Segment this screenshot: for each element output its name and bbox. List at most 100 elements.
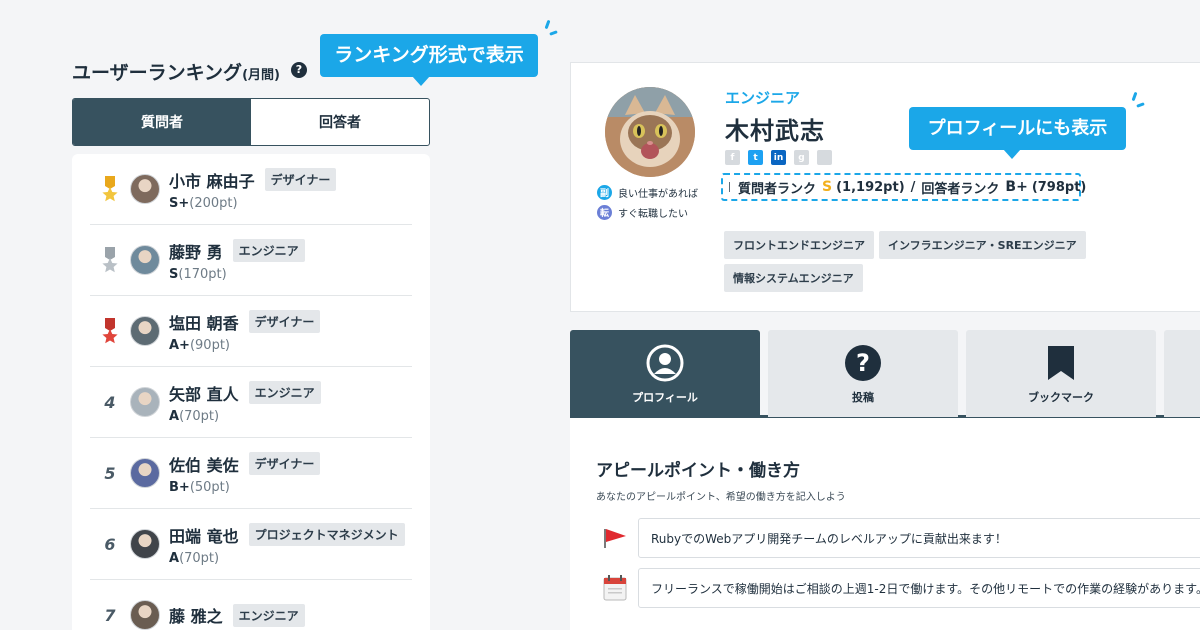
user-rank: B+(50pt)	[169, 480, 320, 495]
user-name[interactable]: 矢部 直人	[169, 381, 239, 405]
user-rank: A(70pt)	[169, 551, 405, 566]
rank-number: 4	[104, 392, 116, 412]
user-name[interactable]: 田端 竜也	[169, 523, 239, 547]
user-grade: S+	[169, 195, 190, 211]
ranking-title-text: ユーザーランキング	[72, 62, 243, 84]
linkedin-icon[interactable]: in	[771, 150, 786, 165]
ranking-callout: ランキング形式で表示	[320, 34, 538, 86]
ranking-list: 小市 麻由子 デザイナー S+(200pt) 藤野 勇エンジニア S(170pt) 塩田 …	[72, 154, 430, 630]
avatar[interactable]	[130, 458, 160, 488]
bookmark-icon	[1048, 345, 1074, 380]
user-icon	[646, 344, 684, 381]
silver-medal-icon	[90, 247, 130, 273]
user-grade: A	[169, 408, 180, 424]
appeal-subtitle: あなたのアピールポイント、希望の働き方を記入しよう	[596, 492, 846, 503]
job-tag: デザイナー	[248, 452, 321, 475]
question-icon: ?	[845, 344, 881, 381]
answerer-rank-grade: B+	[1005, 179, 1028, 195]
tab-profile[interactable]: プロフィール	[570, 330, 760, 417]
ranking-title: ユーザーランキング (月間)	[72, 58, 280, 85]
asker-rank-grade: S	[822, 179, 833, 195]
user-name[interactable]: 小市 麻由子	[169, 168, 255, 192]
cat-photo-icon	[605, 87, 695, 177]
profile-photo	[605, 87, 695, 177]
avatar[interactable]	[130, 245, 160, 275]
user-points: (50pt)	[189, 479, 230, 495]
flag-icon	[604, 529, 626, 548]
avatar[interactable]	[130, 316, 160, 346]
answerer-rank-points: (798pt)	[1031, 179, 1087, 195]
avatar[interactable]	[130, 174, 160, 204]
status-item: 転すぐ転職したい	[597, 205, 698, 220]
avatar[interactable]	[130, 387, 160, 417]
skill-tag[interactable]: 情報システムエンジニア	[724, 264, 863, 292]
tab-more[interactable]	[1164, 330, 1200, 417]
profile-callout: プロフィールにも表示	[909, 107, 1126, 159]
twitter-icon[interactable]: t	[748, 150, 763, 165]
bronze-medal-icon	[90, 318, 130, 344]
tab-bookmarks[interactable]: ブックマーク	[966, 330, 1156, 417]
user-info: 塩田 朝香 デザイナー A+(90pt)	[169, 310, 321, 353]
rank-number: 6	[104, 534, 116, 554]
tab-posts[interactable]: ? 投稿	[768, 330, 958, 417]
ranking-row[interactable]: 5 佐伯 美佐 デザイナー B+(50pt)	[90, 438, 412, 509]
skill-tags: フロントエンドエンジニア インフラエンジニア・SREエンジニア 情報システムエン…	[724, 231, 1104, 292]
user-points: (90pt)	[189, 337, 231, 353]
user-info: 藤野 勇エンジニア S(170pt)	[169, 239, 305, 282]
user-info: 佐伯 美佐 デザイナー B+(50pt)	[169, 452, 321, 495]
github-icon[interactable]: g	[794, 150, 809, 165]
status-item: 副良い仕事があれば	[597, 185, 698, 200]
ranking-row[interactable]: 小市 麻由子 デザイナー S+(200pt)	[90, 154, 412, 225]
user-points: (70pt)	[179, 408, 220, 424]
ranking-row[interactable]: 塩田 朝香 デザイナー A+(90pt)	[90, 296, 412, 367]
website-icon[interactable]	[817, 150, 832, 165]
user-points: (170pt)	[178, 266, 227, 282]
user-name[interactable]: 佐伯 美佐	[169, 452, 239, 476]
social-links: f t in g	[725, 150, 832, 165]
help-icon[interactable]: ?	[291, 62, 307, 78]
profile-card: 副良い仕事があれば転すぐ転職したい エンジニア 木村武志 f t in g 質問…	[570, 62, 1200, 312]
user-name[interactable]: 藤 雅之	[169, 603, 223, 627]
appeal-text[interactable]: フリーランスで稼働開始はご相談の上週1-2日で働けます。その他リモートでの作業の…	[638, 568, 1200, 608]
user-rank: A+(90pt)	[169, 338, 320, 353]
status-badge: 副	[597, 185, 612, 200]
facebook-icon[interactable]: f	[725, 150, 740, 165]
job-tag: プロジェクトマネジメント	[248, 523, 405, 546]
user-points: (70pt)	[179, 550, 220, 566]
tab-posts-label: 投稿	[852, 390, 874, 404]
ranking-tabs: 質問者 回答者	[72, 98, 430, 146]
avatar[interactable]	[130, 600, 160, 630]
avatar[interactable]	[130, 529, 160, 559]
appeal-item: フリーランスで稼働開始はご相談の上週1-2日で働けます。その他リモートでの作業の…	[600, 568, 1200, 608]
ranking-row[interactable]: 4 矢部 直人 エンジニア A(70pt)	[90, 367, 412, 438]
tab-bookmarks-label: ブックマーク	[1028, 390, 1094, 404]
ranking-title-suffix: (月間)	[242, 68, 280, 83]
rank-summary: 質問者ランク S (1,192pt) / 回答者ランク B+ (798pt)	[721, 173, 1086, 201]
user-rank: S(170pt)	[169, 267, 305, 282]
skill-tag[interactable]: インフラエンジニア・SREエンジニア	[879, 231, 1086, 259]
ranking-row[interactable]: 藤野 勇エンジニア S(170pt)	[90, 225, 412, 296]
ranking-row[interactable]: 6 田端 竜也 プロジェクトマネジメント A(70pt)	[90, 509, 412, 580]
asker-rank-label: 質問者ランク	[738, 181, 817, 197]
user-info: 藤 雅之 エンジニア	[169, 603, 305, 627]
job-tag: デザイナー	[264, 168, 337, 191]
tab-profile-label: プロフィール	[632, 390, 698, 404]
ranking-row[interactable]: 7 藤 雅之 エンジニア	[90, 580, 412, 630]
user-info: 田端 竜也 プロジェクトマネジメント A(70pt)	[169, 523, 405, 566]
user-points: (200pt)	[189, 195, 238, 211]
tab-askers[interactable]: 質問者	[73, 99, 251, 145]
job-tag: デザイナー	[248, 310, 321, 333]
user-grade: B+	[169, 479, 190, 495]
appeal-text[interactable]: RubyでのWebアプリ開発チームのレベルアップに貢献出来ます！	[638, 518, 1200, 558]
skill-tag[interactable]: フロントエンドエンジニア	[724, 231, 874, 259]
user-name[interactable]: 塩田 朝香	[169, 310, 239, 334]
rank-separator: /	[910, 179, 916, 195]
svg-text:?: ?	[856, 349, 870, 377]
user-rank: S+(200pt)	[169, 196, 336, 211]
sparkle-icon	[1128, 91, 1148, 112]
user-name[interactable]: 藤野 勇	[169, 239, 223, 263]
tab-answerers[interactable]: 回答者	[251, 99, 429, 145]
profile-tabs: プロフィール ? 投稿 ブックマーク	[570, 330, 1200, 418]
user-grade: A	[169, 550, 180, 566]
answerer-rank-label: 回答者ランク	[921, 181, 1000, 197]
